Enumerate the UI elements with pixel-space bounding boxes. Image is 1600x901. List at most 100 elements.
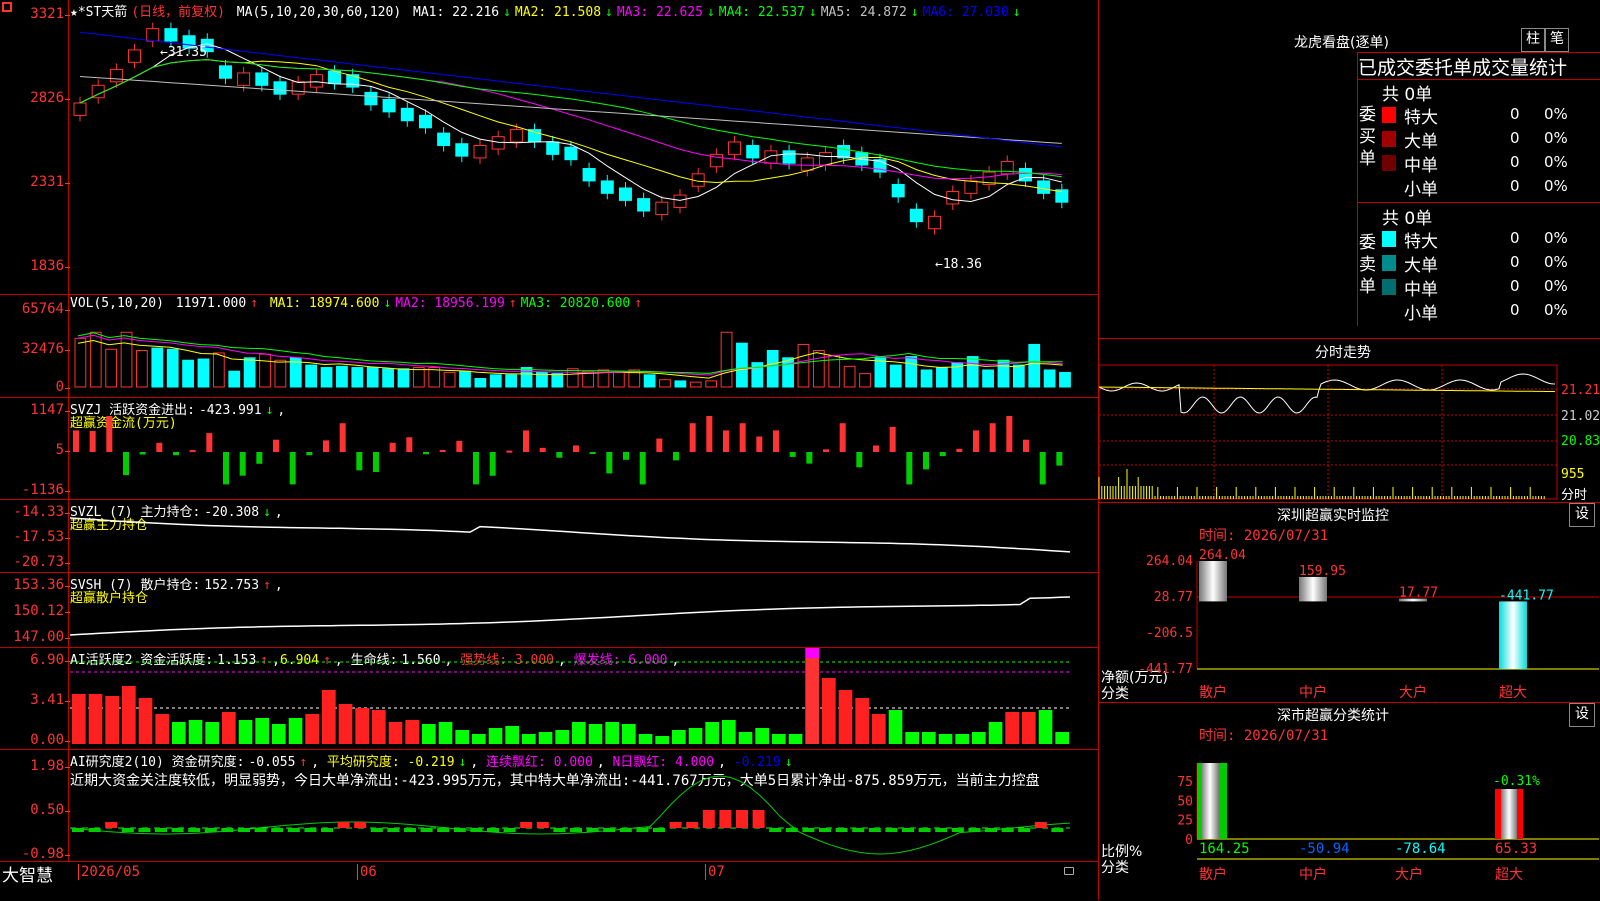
intra-tick: 21.02 bbox=[1561, 409, 1600, 424]
order-pct: 0% bbox=[1544, 105, 1568, 123]
research-bar bbox=[271, 828, 284, 832]
candle-body bbox=[146, 28, 160, 42]
intra-tick: 21.21 bbox=[1561, 383, 1600, 398]
candle-body bbox=[764, 150, 778, 164]
activity-bar bbox=[972, 732, 986, 744]
activity-bar bbox=[238, 720, 253, 744]
order-row: 大单 0 0% bbox=[1380, 126, 1600, 152]
y-tick: 147.00 bbox=[13, 629, 70, 645]
sz-class-panel[interactable]: 深市超赢分类统计 设 时间: 2026/07/31 比例% 分类 75 50 25 0… bbox=[1098, 702, 1600, 900]
research-bar bbox=[321, 828, 333, 832]
svsh-panel[interactable]: 153.36 150.12 147.00 SVSH (7) 散户持仓: 152.7… bbox=[0, 573, 1098, 648]
research-bar bbox=[1051, 828, 1064, 832]
activity-bar bbox=[155, 714, 169, 744]
candle-body bbox=[109, 68, 123, 83]
volume-bar bbox=[136, 350, 148, 388]
lhb-panel: 龙虎看盘(逐单) 柱 笔 已成交委托单成交量统计 委买单 共 0单 特大 0 0% 大… bbox=[1098, 0, 1600, 338]
volume-bar bbox=[212, 352, 225, 388]
svzj-bar bbox=[539, 447, 546, 452]
volume-bar bbox=[520, 367, 533, 388]
ma-line-5 bbox=[79, 76, 1062, 144]
order-row: 特大 0 0% bbox=[1380, 102, 1600, 128]
kline-panel[interactable]: 3321 2826 2331 1836 ★*ST天箭 (日线，前复权) MA(5,… bbox=[0, 0, 1098, 295]
ai-research-panel[interactable]: 1.98 0.50 -0.98 AI研究度2(10) 资金研究度: -0.055 ↑… bbox=[0, 750, 1098, 862]
activity-bar bbox=[522, 734, 536, 744]
ai-activity-panel[interactable]: 6.90 3.41 0.00 AI活跃度2 资金活跃度: 1.153 ↑ ,6.904… bbox=[0, 648, 1098, 750]
color-swatch bbox=[1382, 155, 1396, 171]
activity-bar bbox=[455, 730, 469, 744]
volume-bar bbox=[889, 364, 902, 388]
activity-bar bbox=[138, 698, 153, 744]
tab-volume-stats[interactable]: 成交量统计 bbox=[1472, 57, 1567, 79]
activity-bar bbox=[255, 718, 269, 744]
svzj-bar bbox=[673, 452, 679, 461]
volume-bar bbox=[905, 356, 918, 388]
candle-body bbox=[400, 107, 414, 122]
bar-mode-button[interactable]: 柱 bbox=[1521, 28, 1545, 52]
color-swatch bbox=[1382, 255, 1396, 271]
svzj-bar bbox=[656, 438, 663, 452]
activity-bar bbox=[655, 736, 669, 744]
order-type: 小单 bbox=[1404, 180, 1438, 200]
volume-bar bbox=[705, 380, 718, 388]
date-label: 07 bbox=[705, 864, 725, 880]
sz-category-label: 中户 bbox=[1299, 684, 1327, 701]
candle-body bbox=[1055, 189, 1069, 203]
pen-mode-button[interactable]: 笔 bbox=[1545, 28, 1569, 52]
y-tick: -17.53 bbox=[13, 529, 70, 545]
order-row: 大单 0 0% bbox=[1380, 250, 1600, 276]
cls-y-tick: 25 bbox=[1177, 814, 1193, 829]
lock-icon[interactable] bbox=[1064, 867, 1074, 875]
activity-bar bbox=[488, 728, 503, 744]
svzj-bar bbox=[1039, 452, 1046, 485]
volume-bar bbox=[259, 353, 271, 388]
sz-y-tick: 264.04 bbox=[1146, 554, 1193, 569]
tab-orders[interactable]: 委托单 bbox=[1415, 57, 1472, 79]
activity-bar bbox=[955, 734, 969, 744]
volume-panel[interactable]: 65764 32476 0 VOL(5,10,20) 11971.000 ↑ MA… bbox=[0, 295, 1098, 398]
research-bar bbox=[337, 822, 350, 828]
y-tick: 0 bbox=[55, 379, 71, 395]
activity-bar bbox=[638, 734, 653, 744]
ai1-y-axis: 6.90 3.41 0.00 bbox=[0, 648, 70, 749]
cls-value-label: -50.94 bbox=[1299, 841, 1350, 857]
activity-bar bbox=[438, 722, 453, 744]
svzj-chart bbox=[73, 416, 1063, 485]
svzj-bar bbox=[823, 449, 829, 452]
activity-bar bbox=[272, 724, 286, 744]
activity-bar bbox=[1022, 712, 1036, 744]
intra-tick: 955 bbox=[1561, 467, 1585, 482]
research-bar bbox=[105, 822, 118, 828]
sz-monitor-panel[interactable]: 深圳超赢实时监控 设 时间: 2026/07/31 净额(万元) 分类 264.… bbox=[1098, 502, 1600, 702]
intraday-panel[interactable]: 分时走势 21.21 21.02 20.83 955 分时 bbox=[1098, 338, 1600, 503]
y-tick: 32476 bbox=[21, 341, 71, 357]
candle-body bbox=[364, 91, 378, 106]
ai2-y-axis: 1.98 0.50 -0.98 bbox=[0, 750, 71, 862]
order-pct: 0% bbox=[1544, 153, 1568, 171]
svzl-line bbox=[69, 517, 1071, 553]
volume-bar bbox=[874, 357, 887, 388]
corner-icon[interactable] bbox=[2, 2, 12, 12]
research-bar bbox=[985, 828, 997, 832]
tab-traded[interactable]: 已成交 bbox=[1358, 57, 1415, 79]
svzj-bar bbox=[873, 445, 879, 452]
activity-bar bbox=[938, 734, 953, 744]
svzl-panel[interactable]: -14.33 -17.53 -20.73 SVZL (7) 主力持仓: -20.3… bbox=[0, 500, 1098, 573]
research-bar bbox=[1001, 828, 1014, 832]
ma-line-6 bbox=[79, 31, 1062, 148]
svzj-bar bbox=[789, 452, 796, 457]
svzj-panel[interactable]: 1147 5 -1136 SVZJ 活跃资金进出: -423.991 ↓, 超赢资金… bbox=[0, 398, 1098, 500]
svzj-bar bbox=[289, 452, 296, 485]
y-tick: 0.00 bbox=[30, 732, 70, 748]
candle-body bbox=[782, 150, 796, 164]
candle-body bbox=[128, 49, 142, 63]
y-tick: -0.98 bbox=[21, 846, 71, 862]
volume-bar bbox=[412, 367, 425, 388]
order-count: 0 bbox=[1510, 177, 1520, 195]
svzj-bar bbox=[839, 423, 846, 452]
svzj-bar bbox=[106, 416, 113, 452]
candle-body bbox=[437, 132, 451, 147]
lhb-tabs: 已成交委托单成交量统计 bbox=[1357, 52, 1600, 80]
volume-bar bbox=[966, 356, 979, 388]
intra-tick: 20.83 bbox=[1561, 434, 1600, 449]
